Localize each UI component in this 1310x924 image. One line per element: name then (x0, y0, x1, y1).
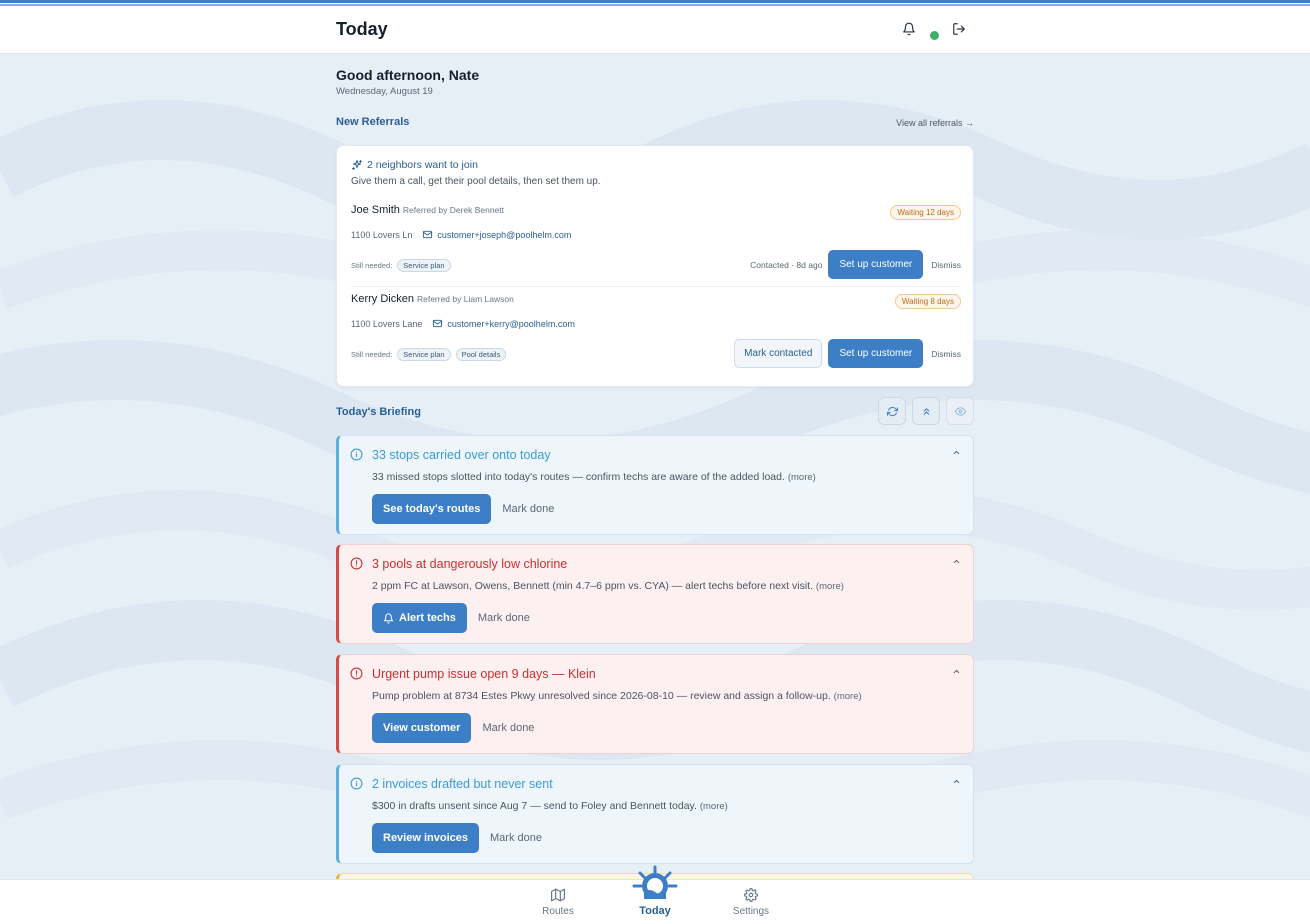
set-up-customer-button[interactable]: Set up customer (828, 339, 924, 368)
refresh-button[interactable] (878, 397, 906, 425)
referred-by: Referred by Liam Lawson (416, 294, 514, 304)
briefing-description: Pump problem at 8734 Estes Pkwy unresolv… (372, 690, 831, 702)
referrals-headline-text: 2 neighbors want to join (367, 159, 478, 171)
referrals-subtitle: Give them a call, get their pool details… (351, 176, 601, 187)
view-all-referrals-link[interactable]: View all referrals → (896, 118, 974, 128)
logout-icon[interactable] (950, 20, 968, 38)
briefing-title: 33 stops carried over onto today (372, 448, 551, 462)
referrals-section-title: New Referrals (336, 116, 410, 128)
referral-address: 1100 Lovers Ln (351, 229, 413, 240)
chevron-up-icon[interactable] (952, 777, 961, 786)
gear-icon (744, 888, 758, 902)
referral-email-link[interactable]: customer+joseph@poolhelm.com (422, 229, 571, 240)
mark-done-button[interactable]: Mark done (478, 612, 530, 624)
mark-done-button[interactable]: Mark done (482, 722, 534, 734)
needed-chip: Pool details (455, 348, 507, 361)
nav-settings-label: Settings (732, 906, 770, 917)
briefing-description: $300 in drafts unsent since Aug 7 — send… (372, 800, 697, 812)
alert-techs-button[interactable]: Alert techs (372, 603, 467, 633)
still-needed-label: Still needed: (351, 350, 393, 359)
alert-circle-icon (350, 667, 363, 680)
mark-done-button[interactable]: Mark done (502, 503, 554, 515)
alert-circle-icon (350, 557, 363, 570)
chevron-up-icon[interactable] (952, 448, 961, 457)
chevrons-up-icon (923, 407, 929, 415)
review-invoices-button[interactable]: Review invoices (372, 823, 479, 853)
map-icon (551, 888, 565, 902)
briefing-title: 3 pools at dangerously low chlorine (372, 557, 568, 571)
briefing-description: 33 missed stops slotted into today's rou… (372, 471, 785, 483)
more-link[interactable]: (more) (788, 472, 816, 483)
dismiss-button[interactable]: Dismiss (931, 349, 961, 359)
briefing-card: 33 stops carried over onto today 33 miss… (336, 435, 974, 535)
show-hidden-button[interactable] (946, 397, 974, 425)
bell-icon[interactable] (900, 20, 918, 38)
page-title: Today (336, 19, 388, 39)
more-link[interactable]: (more) (834, 691, 862, 702)
view-customer-button[interactable]: View customer (372, 713, 472, 743)
referral-name[interactable]: Kerry Dicken (351, 293, 414, 305)
nav-settings[interactable]: Settings (721, 880, 781, 924)
briefing-card: 3 pools at dangerously low chlorine 2 pp… (336, 544, 974, 644)
greeting: Good afternoon, Nate (336, 67, 480, 83)
info-icon (350, 777, 363, 790)
needed-chip: Service plan (397, 348, 451, 361)
top-accent-stripe (0, 0, 1310, 6)
referral-row: Kerry Dicken Referred by Liam Lawson Wait… (351, 290, 961, 376)
referrals-card: 2 neighbors want to join Give them a cal… (336, 145, 974, 387)
ships-wheel-icon[interactable] (632, 865, 678, 905)
nav-routes-label: Routes (542, 906, 574, 917)
refresh-icon (886, 406, 898, 416)
contacted-status: Contacted · 8d ago (750, 259, 823, 270)
mail-icon (433, 319, 443, 328)
needed-chip: Service plan (397, 259, 451, 272)
online-status-dot (930, 31, 939, 40)
mark-contacted-button[interactable]: Mark contacted (734, 339, 823, 368)
referral-name[interactable]: Joe Smith (351, 204, 400, 216)
referred-by: Referred by Derek Bennett (402, 205, 505, 215)
briefing-card: Urgent pump issue open 9 days — Klein Pu… (336, 654, 974, 754)
briefing-toolbar (878, 397, 974, 425)
more-link[interactable]: (more) (816, 581, 844, 592)
referrals-headline: 2 neighbors want to join (351, 159, 478, 171)
more-link[interactable]: (more) (700, 801, 728, 812)
briefing-title: Urgent pump issue open 9 days — Klein (372, 667, 596, 681)
referral-address: 1100 Lovers Lane (351, 318, 423, 329)
mark-done-button[interactable]: Mark done (490, 832, 542, 844)
still-needed-label: Still needed: (351, 261, 393, 270)
briefing-section-title: Today's Briefing (336, 406, 421, 418)
chevron-up-icon[interactable] (952, 557, 961, 566)
waiting-badge: Waiting 12 days (890, 205, 961, 220)
nav-routes[interactable]: Routes (528, 880, 588, 924)
referral-email-link[interactable]: customer+kerry@poolhelm.com (432, 318, 575, 329)
briefing-card: 2 invoices drafted but never sent $300 i… (336, 764, 974, 864)
waiting-badge: Waiting 8 days (894, 294, 961, 309)
collapse-all-button[interactable] (912, 397, 940, 425)
referral-email: customer+joseph@poolhelm.com (437, 229, 572, 240)
sparkles-icon (352, 160, 362, 170)
set-up-customer-button[interactable]: Set up customer (828, 250, 924, 279)
briefing-title: 2 invoices drafted but never sent (372, 777, 553, 791)
eye-icon (954, 406, 966, 416)
briefing-description: 2 ppm FC at Lawson, Owens, Bennett (min … (372, 580, 813, 592)
app-header: Today (0, 6, 1310, 54)
referral-email: customer+kerry@poolhelm.com (447, 318, 575, 329)
current-date: Wednesday, August 19 (336, 86, 433, 97)
bell-icon (383, 612, 394, 624)
nav-today-label: Today (639, 905, 671, 917)
mail-icon (423, 230, 433, 239)
chevron-up-icon[interactable] (952, 667, 961, 676)
dismiss-button[interactable]: Dismiss (931, 260, 961, 270)
see-todays-routes-button[interactable]: See today's routes (372, 494, 492, 524)
referral-row: Joe Smith Referred by Derek Bennett Waiti… (351, 201, 961, 287)
info-icon (350, 448, 363, 461)
